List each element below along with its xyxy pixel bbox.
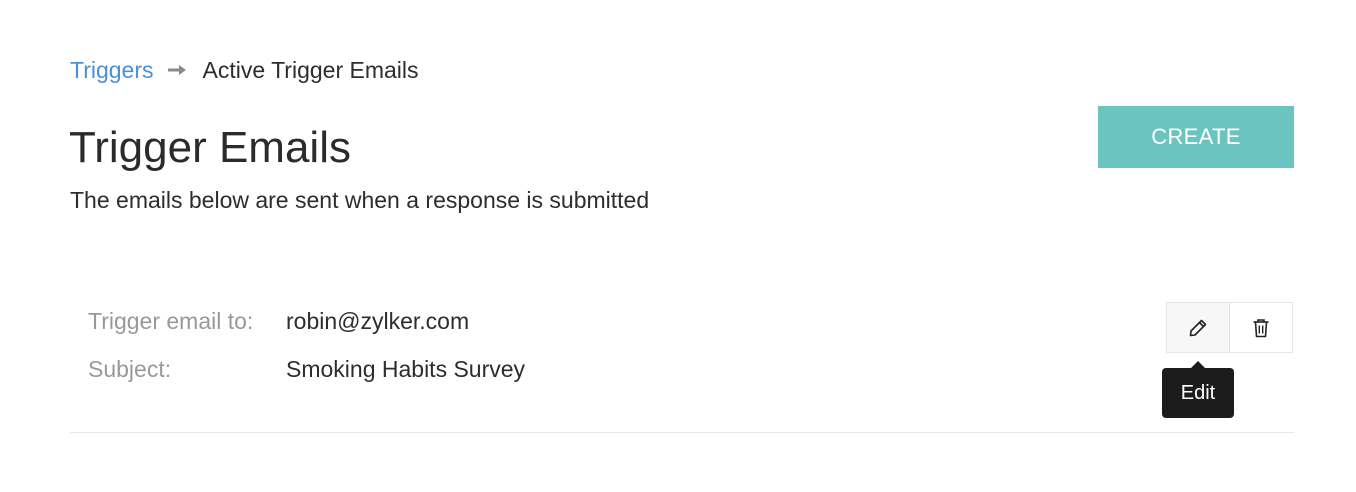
subject-label: Subject:: [88, 356, 172, 382]
pencil-icon: [1189, 319, 1207, 336]
arrow-right-icon: [167, 65, 186, 75]
row-actions: [1166, 302, 1293, 353]
breadcrumb-link-triggers[interactable]: Triggers: [70, 57, 154, 84]
breadcrumb: Triggers Active Trigger Emails: [70, 56, 419, 84]
trash-icon: [1253, 318, 1269, 337]
subject-value: Smoking Habits Survey: [286, 356, 526, 382]
edit-button[interactable]: [1167, 303, 1230, 352]
page-subtitle: The emails below are sent when a respons…: [70, 187, 650, 213]
page-title: Trigger Emails: [69, 123, 351, 172]
trigger-email-row: Trigger email to: robin@zylker.com Subje…: [70, 290, 1294, 433]
delete-button[interactable]: [1229, 303, 1292, 352]
edit-tooltip: Edit: [1162, 361, 1234, 418]
trigger-email-value: robin@zylker.com: [286, 308, 470, 334]
trigger-emails-page: Triggers Active Trigger Emails Trigger E…: [0, 0, 1356, 492]
breadcrumb-current: Active Trigger Emails: [202, 56, 419, 83]
trigger-email-label: Trigger email to:: [88, 308, 254, 334]
create-button[interactable]: CREATE: [1098, 106, 1294, 168]
